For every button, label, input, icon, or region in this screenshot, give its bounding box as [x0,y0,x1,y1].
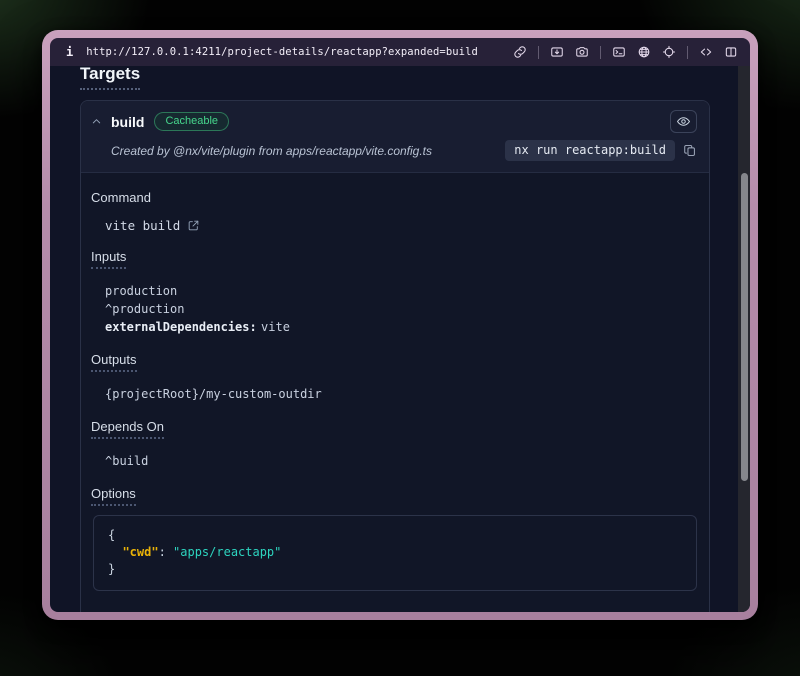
chevron-up-icon[interactable] [91,116,102,127]
input-key: externalDependencies: [105,320,257,334]
project-details-content: Targets build Cacheable C [50,66,750,612]
page-viewport: Targets build Cacheable C [50,66,750,612]
input-item: ^production [105,300,697,318]
scrollbar-track[interactable] [738,66,750,612]
targets-heading: Targets [80,66,140,90]
build-card-body: Command vite build Inputs production ^pr… [81,173,709,612]
url-bar[interactable]: http://127.0.0.1:4211/project-details/re… [86,46,478,58]
build-card-header[interactable]: build Cacheable Created by @nx/vite/plug… [81,101,709,173]
toolbar-divider [538,46,539,59]
outputs-heading: Outputs [91,352,137,372]
camera-icon[interactable] [575,45,589,59]
locate-icon[interactable] [662,45,676,59]
copy-icon[interactable] [683,143,697,158]
web-icon[interactable] [637,45,651,59]
json-string: "apps/reactapp" [173,545,281,559]
command-heading: Command [91,190,697,205]
terminal-icon[interactable] [612,45,626,59]
run-command-chip: nx run reactapp:build [505,140,675,161]
json-line: "cwd": "apps/reactapp" [108,544,682,561]
toolbar-divider [600,46,601,59]
json-line: } [108,561,682,578]
target-card-build: build Cacheable Created by @nx/vite/plug… [80,100,710,612]
input-item: externalDependencies: vite [105,318,697,336]
view-in-graph-button[interactable] [670,110,697,133]
created-by-text: Created by @nx/vite/plugin from apps/rea… [111,144,432,158]
input-item: production [105,282,697,300]
output-item: {projectRoot}/my-custom-outdir [105,385,697,403]
link-icon[interactable] [513,45,527,59]
code-icon[interactable] [699,45,713,59]
input-value: vite [261,320,290,334]
command-value: vite build [105,218,180,233]
split-view-icon[interactable] [724,45,738,59]
browser-window: i http://127.0.0.1:4211/project-details/… [42,30,758,620]
info-icon: i [66,45,73,59]
toolbar-actions [513,45,738,59]
json-colon: : [159,545,173,559]
save-screenshot-icon[interactable] [550,45,564,59]
target-name: build [111,114,144,130]
json-key: "cwd" [122,545,158,559]
toolbar-divider [687,46,688,59]
external-link-icon[interactable] [187,219,200,232]
inputs-heading: Inputs [91,249,126,269]
scrollbar-thumb[interactable] [741,173,748,481]
depends-on-heading: Depends On [91,419,164,439]
json-line: { [108,527,682,544]
browser-toolbar: i http://127.0.0.1:4211/project-details/… [50,38,750,66]
options-json-block: { "cwd": "apps/reactapp" } [93,515,697,591]
depends-on-item: ^build [105,452,697,470]
cacheable-badge: Cacheable [154,112,229,131]
options-heading: Options [91,486,136,506]
